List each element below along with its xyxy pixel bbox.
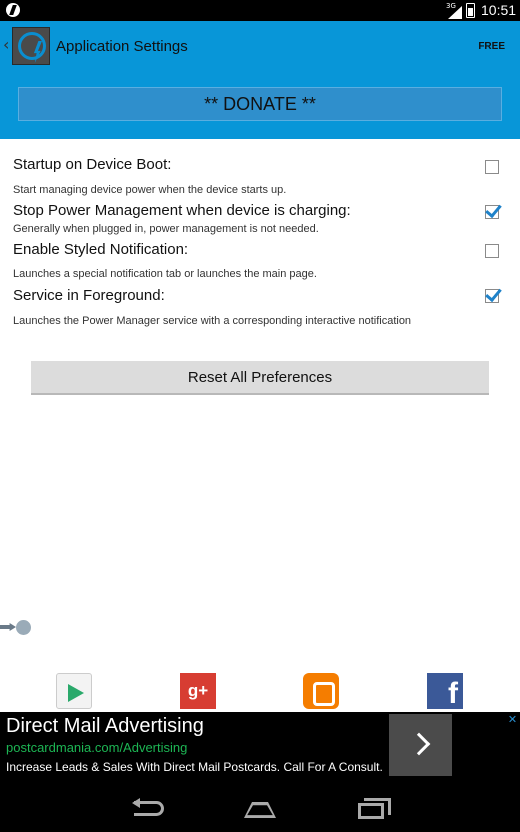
power-notification-icon [6, 3, 20, 17]
free-badge: FREE [478, 41, 505, 52]
pref-summary: Start managing device power when the dev… [13, 184, 287, 196]
back-icon[interactable] [132, 798, 164, 816]
ad-title[interactable]: Direct Mail Advertising [6, 715, 204, 738]
foreground-checkbox[interactable] [485, 289, 499, 303]
pref-summary: Launches a special notification tab or l… [13, 268, 317, 280]
google-plus-icon[interactable]: g+ [180, 673, 216, 709]
startup-checkbox[interactable] [485, 160, 499, 174]
status-time: 10:51 [481, 2, 517, 18]
navigation-bar [0, 782, 520, 832]
pref-startup-on-boot[interactable]: Startup on Device Boot: Start managing d… [0, 153, 520, 203]
notification-checkbox[interactable] [485, 244, 499, 258]
app-home-button[interactable] [12, 27, 50, 65]
home-icon[interactable] [244, 802, 276, 818]
up-caret-icon[interactable]: ‹ [3, 35, 9, 54]
pref-title: Enable Styled Notification: [13, 241, 189, 258]
signal-icon: 3G [446, 2, 462, 19]
ad-description: Increase Leads & Sales With Direct Mail … [6, 760, 383, 774]
pref-stop-when-charging[interactable]: Stop Power Management when device is cha… [0, 199, 520, 239]
play-store-icon[interactable] [56, 673, 92, 709]
page-title: Application Settings [56, 38, 188, 55]
app-bolt-icon [18, 32, 46, 63]
ad-banner[interactable]: Direct Mail Advertising postcardmania.co… [0, 712, 520, 782]
pref-summary: Generally when plugged in, power managem… [13, 223, 319, 235]
pref-title: Startup on Device Boot: [13, 156, 172, 173]
network-type: 3G [446, 2, 456, 10]
action-bar: ‹ Application Settings FREE ** DONATE ** [0, 21, 520, 139]
ad-close-icon[interactable]: ✕ [507, 714, 518, 725]
donate-button[interactable]: ** DONATE ** [18, 87, 502, 121]
pref-title: Service in Foreground: [13, 287, 165, 304]
battery-icon [466, 3, 475, 18]
pref-styled-notification[interactable]: Enable Styled Notification: Launches a s… [0, 238, 520, 284]
recents-icon[interactable] [358, 798, 391, 819]
reset-preferences-button[interactable]: Reset All Preferences [31, 361, 489, 395]
ad-open-button[interactable] [389, 714, 452, 776]
charging-checkbox[interactable] [485, 205, 499, 219]
status-bar: 3G 10:51 [0, 0, 520, 21]
pref-summary: Launches the Power Manager service with … [13, 315, 412, 327]
facebook-icon[interactable]: f [427, 673, 463, 709]
pref-service-foreground[interactable]: Service in Foreground: Launches the Powe… [0, 284, 520, 344]
share-arrow-icon[interactable] [0, 619, 34, 635]
pref-title: Stop Power Management when device is cha… [13, 202, 351, 219]
ad-url[interactable]: postcardmania.com/Advertising [6, 740, 187, 755]
blogger-icon[interactable] [303, 673, 339, 709]
